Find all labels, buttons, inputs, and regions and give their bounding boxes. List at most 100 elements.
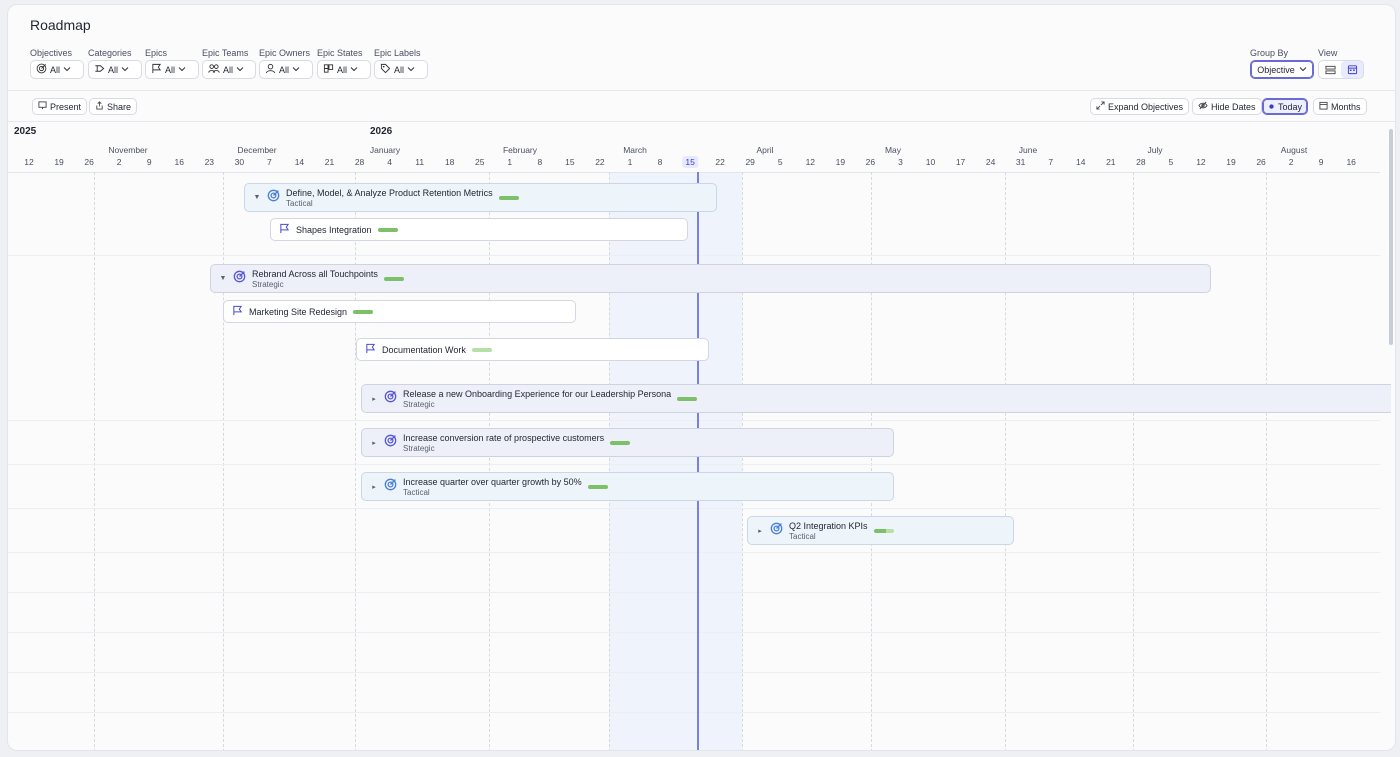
objectives-filter-value: All — [50, 64, 61, 75]
month-gridline — [609, 172, 610, 750]
day-tick: 8 — [657, 157, 663, 167]
epic-states-filter[interactable]: All — [317, 60, 371, 79]
objective-bar[interactable]: ▸ Increase conversion rate of prospectiv… — [361, 428, 894, 457]
label-icon — [380, 63, 391, 76]
expand-objectives-label: Expand Objectives — [1108, 101, 1184, 112]
today-label: Today — [1278, 101, 1303, 112]
eye-off-icon — [1198, 101, 1208, 112]
day-tick: 8 — [537, 157, 543, 167]
progress-bar — [610, 440, 631, 445]
today-dot-icon — [1268, 102, 1275, 112]
today-button[interactable]: Today — [1262, 98, 1309, 115]
day-tick: 26 — [865, 157, 876, 167]
epic-owners-filter[interactable]: All — [259, 60, 313, 79]
objective-bar[interactable]: ▼ Define, Model, & Analyze Product Reten… — [244, 183, 717, 212]
row-separator — [8, 592, 1380, 593]
objective-bar[interactable]: ▸ Release a new Onboarding Experience fo… — [361, 384, 1391, 413]
chevron-down-icon[interactable]: ▼ — [253, 194, 261, 201]
epic-labels-filter-value: All — [394, 64, 405, 75]
day-tick: 2 — [116, 157, 122, 167]
chevron-right-icon[interactable]: ▸ — [370, 395, 378, 403]
progress-bar — [353, 309, 374, 314]
month-label: February — [502, 145, 538, 155]
timeline-view-button[interactable] — [1341, 61, 1363, 78]
categories-filter-value: All — [108, 64, 119, 75]
epic-name: Shapes Integration — [296, 224, 372, 235]
list-view-button[interactable] — [1319, 61, 1341, 78]
present-icon — [38, 101, 47, 112]
month-label: August — [1280, 145, 1308, 155]
objective-category: Tactical — [286, 198, 313, 208]
day-tick: 22 — [595, 157, 605, 167]
day-tick: 26 — [1256, 157, 1266, 167]
filter-label-epic-teams: Epic Teams — [202, 48, 249, 58]
target-icon — [233, 270, 246, 288]
flag-icon — [151, 63, 162, 76]
chevron-down-icon — [236, 65, 244, 75]
objective-category: Strategic — [252, 279, 284, 289]
target-icon — [384, 390, 397, 408]
chevron-right-icon[interactable]: ▸ — [370, 483, 378, 491]
day-tick: 16 — [174, 157, 184, 167]
objectives-filter[interactable]: All — [30, 60, 84, 79]
objective-bar[interactable]: ▸ Increase quarter over quarter growth b… — [361, 472, 894, 501]
day-tick: 22 — [715, 157, 725, 167]
group-by-select[interactable]: Objective — [1250, 60, 1314, 79]
chevron-down-icon[interactable]: ▼ — [219, 275, 227, 282]
day-tick: 30 — [234, 157, 245, 167]
epic-teams-filter[interactable]: All — [202, 60, 256, 79]
day-tick: 16 — [1346, 157, 1356, 167]
objective-bar[interactable]: ▸ Q2 Integration KPIs Tactical — [747, 516, 1014, 545]
month-gridline — [1005, 172, 1006, 750]
day-tick: 5 — [777, 157, 783, 167]
row-separator — [8, 632, 1380, 633]
present-button[interactable]: Present — [32, 98, 88, 115]
day-tick: 28 — [354, 157, 365, 167]
day-tick: 18 — [444, 157, 455, 167]
progress-bar — [471, 347, 492, 352]
months-button[interactable]: Months — [1313, 98, 1367, 115]
hide-dates-button[interactable]: Hide Dates — [1192, 98, 1262, 115]
epic-bar[interactable]: Marketing Site Redesign — [223, 300, 576, 323]
epic-bar[interactable]: Shapes Integration — [270, 218, 688, 241]
epic-states-filter-value: All — [337, 64, 348, 75]
epic-bar[interactable]: Documentation Work — [356, 338, 709, 361]
filter-label-epics: Epics — [145, 48, 168, 58]
month-gridline — [223, 172, 224, 750]
current-period-band — [609, 172, 742, 750]
day-tick: 9 — [1318, 157, 1324, 167]
page-title: Roadmap — [30, 17, 91, 33]
share-button[interactable]: Share — [89, 98, 138, 115]
target-icon — [36, 63, 47, 76]
row-separator — [8, 464, 1380, 465]
share-label: Share — [107, 101, 132, 112]
filter-label-categories: Categories — [88, 48, 132, 58]
epic-labels-filter[interactable]: All — [374, 60, 428, 79]
objective-name: Define, Model, & Analyze Product Retenti… — [286, 187, 493, 198]
day-tick: 10 — [925, 157, 936, 167]
epics-filter[interactable]: All — [145, 60, 199, 79]
expand-objectives-button[interactable]: Expand Objectives — [1090, 98, 1190, 115]
flag-icon — [365, 341, 376, 359]
board-icon — [323, 63, 334, 76]
chevron-right-icon[interactable]: ▸ — [370, 439, 378, 447]
filter-label-objectives: Objectives — [30, 48, 73, 58]
objective-name: Rebrand Across all Touchpoints — [252, 268, 378, 279]
flag-icon — [232, 303, 243, 321]
team-icon — [208, 63, 220, 76]
day-tick: 9 — [146, 157, 152, 167]
progress-bar — [873, 528, 894, 533]
vertical-scrollbar[interactable] — [1389, 129, 1393, 345]
objective-bar[interactable]: ▼ Rebrand Across all Touchpoints Strategi… — [210, 264, 1211, 293]
day-tick: 31 — [1015, 157, 1026, 167]
categories-filter[interactable]: All — [88, 60, 142, 79]
month-label: July — [1147, 145, 1163, 155]
filter-label-epic-owners: Epic Owners — [259, 48, 311, 58]
progress-bar — [383, 276, 404, 281]
hide-dates-label: Hide Dates — [1211, 101, 1256, 112]
day-tick: 14 — [1076, 157, 1086, 167]
chevron-right-icon[interactable]: ▸ — [756, 527, 764, 535]
day-tick: 19 — [54, 157, 64, 167]
epic-teams-filter-value: All — [223, 64, 234, 75]
chevron-down-icon — [1299, 65, 1307, 75]
